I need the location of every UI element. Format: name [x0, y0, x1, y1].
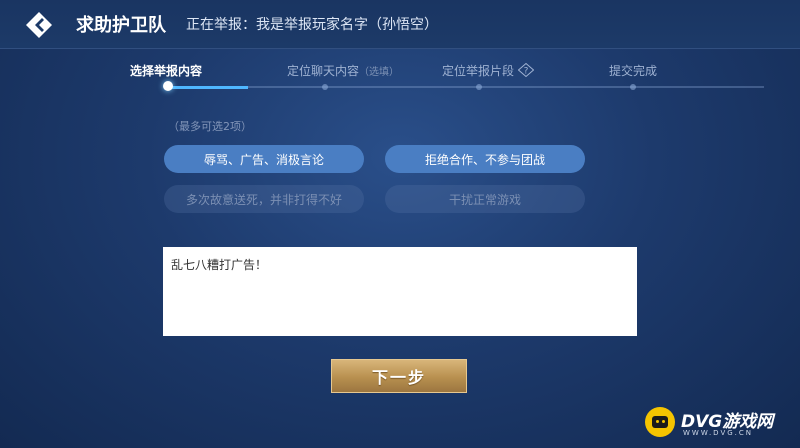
next-step-button[interactable]: 下一步: [331, 359, 467, 393]
option-refuse-cooperation[interactable]: 拒绝合作、不参与团战: [385, 145, 585, 173]
reporting-target-text: 正在举报：我是举报玩家名字（孙悟空）: [186, 17, 438, 33]
report-description-input[interactable]: 乱七八糟打广告！: [163, 247, 637, 336]
option-intentional-feeding: 多次故意送死，并非打得不好: [164, 185, 364, 213]
selection-hint: （最多可选2项）: [168, 120, 252, 133]
option-disrupt-game: 干扰正常游戏: [385, 185, 585, 213]
back-button[interactable]: [20, 6, 58, 44]
step-tick: [630, 84, 636, 90]
step-progress: 选择举报内容 定位聊天内容（选填） 定位举报片段 ? 提交完成: [130, 60, 764, 100]
gamepad-icon: [645, 407, 675, 437]
progress-fill: [168, 86, 248, 89]
step-tick: [322, 84, 328, 90]
current-step-dot: [163, 81, 173, 91]
back-arrow-icon: [26, 12, 52, 38]
step-tick: [476, 84, 482, 90]
top-bar: 求助护卫队 正在举报：我是举报玩家名字（孙悟空）: [0, 0, 800, 49]
svg-text:?: ?: [523, 67, 528, 77]
step-locate-clip: 定位举报片段 ?: [442, 62, 535, 79]
step-submit-complete: 提交完成: [609, 64, 658, 78]
help-icon[interactable]: ?: [517, 62, 535, 78]
step-select-content: 选择举报内容: [130, 64, 203, 78]
step-locate-chat: 定位聊天内容（选填）: [287, 64, 400, 78]
progress-track: [168, 86, 764, 88]
page-title: 求助护卫队: [76, 15, 166, 36]
watermark-url: WWW.DVG.CN: [683, 429, 754, 437]
option-abuse-ads[interactable]: 辱骂、广告、消极言论: [164, 145, 364, 173]
watermark-logo: DVG游戏网 WWW.DVG.CN: [645, 403, 795, 443]
